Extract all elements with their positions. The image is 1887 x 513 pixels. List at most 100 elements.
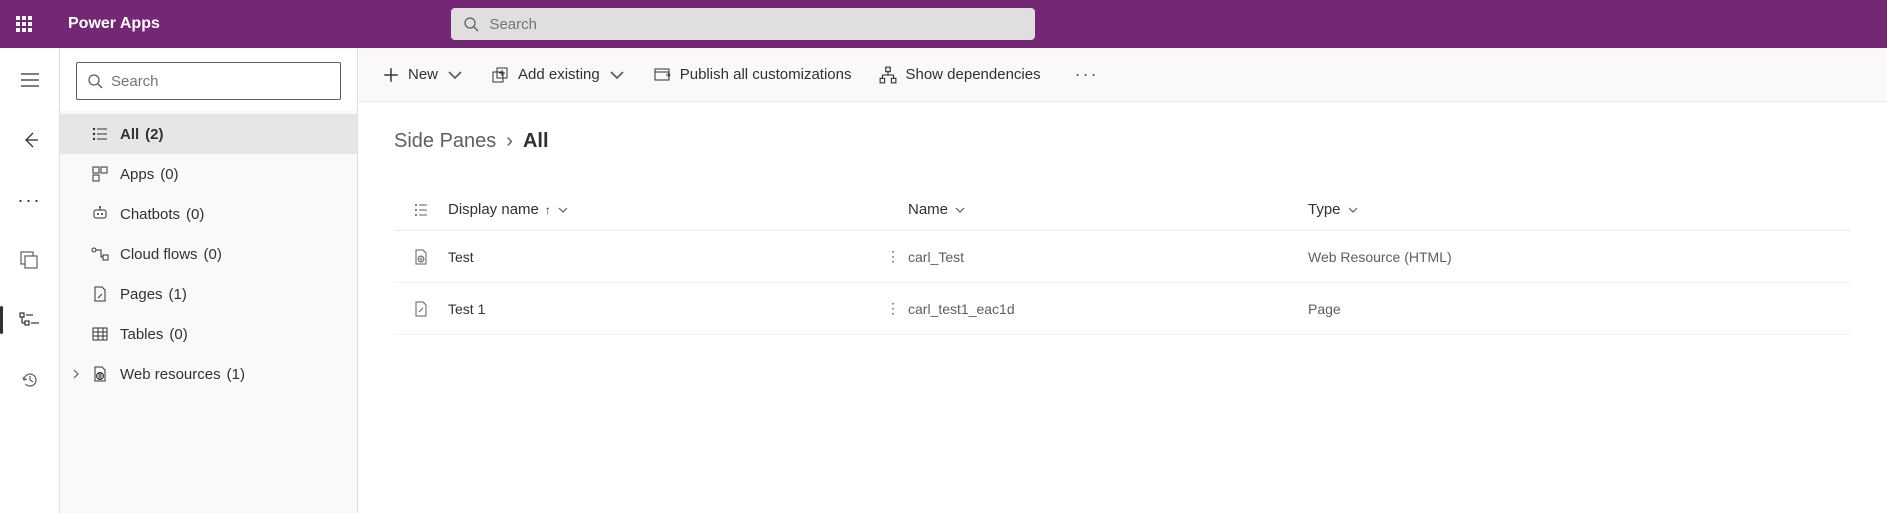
nav-count: (0)	[160, 166, 178, 183]
nav-item-pages[interactable]: Pages (1)	[60, 274, 357, 314]
header-display-name[interactable]: Display name ↑	[448, 201, 908, 218]
data-grid: Display name ↑ Name Type Test ⋮ carl_Tes…	[358, 189, 1887, 335]
add-existing-button[interactable]: Add existing	[492, 66, 626, 84]
app-launcher-button[interactable]	[0, 0, 48, 48]
nav-item-all[interactable]: All (2)	[60, 114, 357, 154]
ellipsis-icon: ···	[1075, 64, 1099, 84]
cmd-label: Show dependencies	[905, 66, 1040, 83]
left-rail: ···	[0, 48, 60, 513]
page-icon	[90, 286, 110, 302]
sort-asc-icon: ↑	[545, 203, 551, 217]
nav-count: (0)	[169, 326, 187, 343]
breadcrumb-root[interactable]: Side Panes	[394, 130, 496, 153]
top-bar: Power Apps	[0, 0, 1887, 48]
main-content: New Add existing Publish all customizati…	[358, 48, 1887, 513]
row-actions-button[interactable]: ⋮	[878, 248, 908, 265]
chevron-down-icon	[446, 66, 464, 84]
nav-label: Tables	[120, 326, 163, 343]
command-overflow-button[interactable]: ···	[1069, 64, 1105, 85]
nav-item-tables[interactable]: Tables (0)	[60, 314, 357, 354]
search-icon	[87, 73, 103, 89]
flow-icon	[90, 247, 110, 261]
row-name: carl_test1_eac1d	[908, 301, 1308, 317]
brand-title: Power Apps	[68, 15, 160, 33]
nav-label: Pages	[120, 286, 163, 303]
list-icon	[90, 127, 110, 141]
hamburger-button[interactable]	[10, 60, 50, 100]
hamburger-icon	[21, 73, 39, 87]
nav-label: Apps	[120, 166, 154, 183]
add-existing-icon	[492, 66, 510, 84]
dependencies-icon	[879, 66, 897, 84]
nav-count: (1)	[227, 366, 245, 383]
publish-button[interactable]: Publish all customizations	[654, 66, 852, 84]
nav-label: Web resources	[120, 366, 221, 383]
command-bar: New Add existing Publish all customizati…	[358, 48, 1887, 102]
rail-objects-button[interactable]	[10, 240, 50, 280]
row-type: Web Resource (HTML)	[1308, 249, 1851, 265]
webresource-icon	[394, 249, 448, 265]
sidebar: All (2) Apps (0) Chatbots (0) Cloud flow…	[60, 48, 358, 513]
nav-item-apps[interactable]: Apps (0)	[60, 154, 357, 194]
header-type[interactable]: Type	[1308, 201, 1851, 218]
table-row[interactable]: Test 1 ⋮ carl_test1_eac1d Page	[394, 283, 1851, 335]
breadcrumb-current: All	[523, 130, 549, 153]
page-icon	[394, 301, 448, 317]
header-label: Type	[1308, 201, 1341, 218]
header-icon-col[interactable]	[394, 203, 448, 217]
row-name: carl_Test	[908, 249, 1308, 265]
nav-count: (1)	[169, 286, 187, 303]
rail-more-button[interactable]: ···	[10, 180, 50, 220]
cmd-label: New	[408, 66, 438, 83]
nav-count: (2)	[145, 126, 163, 143]
table-row[interactable]: Test ⋮ carl_Test Web Resource (HTML)	[394, 231, 1851, 283]
table-icon	[90, 327, 110, 341]
nav-label: Chatbots	[120, 206, 180, 223]
nav-count: (0)	[204, 246, 222, 263]
breadcrumb: Side Panes › All	[358, 102, 1887, 153]
arrow-left-icon	[21, 131, 39, 149]
nav-item-webresources[interactable]: Web resources (1)	[60, 354, 357, 394]
global-search[interactable]	[451, 8, 1035, 40]
vertical-ellipsis-icon: ⋮	[886, 248, 900, 264]
list-icon	[414, 203, 428, 217]
nav-list: All (2) Apps (0) Chatbots (0) Cloud flow…	[60, 110, 357, 394]
header-label: Display name	[448, 201, 539, 218]
row-actions-button[interactable]: ⋮	[878, 300, 908, 317]
rail-history-button[interactable]	[10, 360, 50, 400]
nav-label: Cloud flows	[120, 246, 198, 263]
nav-count: (0)	[186, 206, 204, 223]
chevron-right-icon	[66, 369, 86, 379]
waffle-icon	[16, 16, 32, 32]
chevron-down-icon	[557, 204, 569, 216]
apps-icon	[90, 166, 110, 182]
cmd-label: Publish all customizations	[680, 66, 852, 83]
history-icon	[21, 371, 39, 389]
globe-icon	[90, 366, 110, 382]
list-tree-icon	[19, 311, 41, 329]
dependencies-button[interactable]: Show dependencies	[879, 66, 1040, 84]
ellipsis-icon: ···	[18, 190, 42, 211]
publish-icon	[654, 66, 672, 84]
nav-item-chatbots[interactable]: Chatbots (0)	[60, 194, 357, 234]
new-button[interactable]: New	[382, 66, 464, 84]
objects-icon	[20, 251, 40, 269]
chevron-down-icon	[1347, 204, 1359, 216]
sidebar-search[interactable]	[76, 62, 341, 100]
chevron-down-icon	[954, 204, 966, 216]
grid-header: Display name ↑ Name Type	[394, 189, 1851, 231]
vertical-ellipsis-icon: ⋮	[886, 300, 900, 316]
rail-solution-button[interactable]	[10, 300, 50, 340]
row-display-name: Test 1	[448, 301, 878, 317]
nav-label: All	[120, 126, 139, 143]
header-name[interactable]: Name	[908, 201, 1308, 218]
nav-item-cloudflows[interactable]: Cloud flows (0)	[60, 234, 357, 274]
global-search-input[interactable]	[489, 16, 1023, 33]
sidebar-search-input[interactable]	[111, 73, 330, 90]
chatbot-icon	[90, 206, 110, 222]
plus-icon	[382, 66, 400, 84]
row-display-name: Test	[448, 249, 878, 265]
back-button[interactable]	[10, 120, 50, 160]
search-icon	[463, 16, 479, 32]
chevron-right-icon: ›	[506, 130, 513, 153]
